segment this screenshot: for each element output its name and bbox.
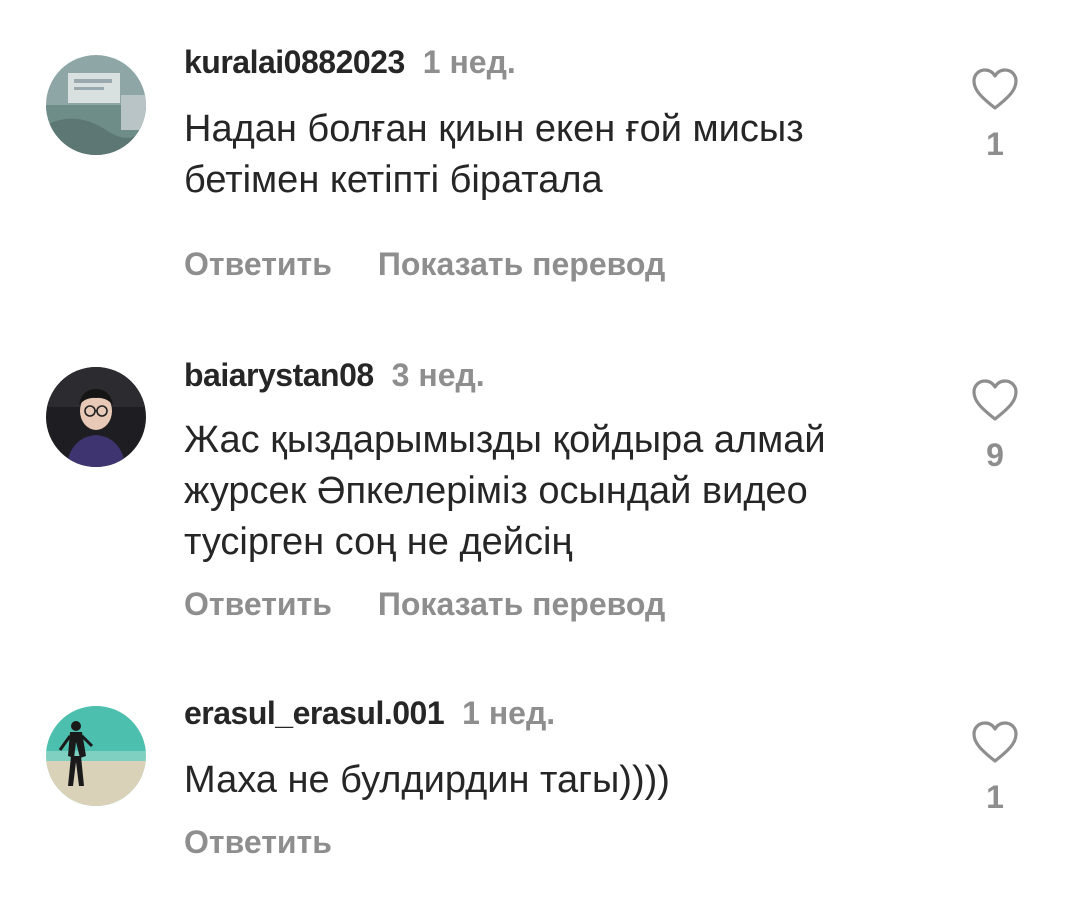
heart-outline-icon[interactable]	[971, 67, 1019, 111]
comment-text: Надан болған қиын екен ғой мисыз бетімен…	[184, 108, 804, 201]
timestamp: 1 нед.	[462, 695, 556, 731]
username[interactable]: baiarystan08	[184, 357, 374, 393]
timestamp: 1 нед.	[422, 44, 516, 80]
avatar[interactable]	[46, 55, 146, 155]
like-count: 1	[986, 126, 1004, 162]
comment-meta: kuralai0882023 1 нед.	[184, 42, 516, 82]
show-translation-button[interactable]: Показать перевод	[378, 246, 665, 282]
show-translation-button[interactable]: Показать перевод	[378, 586, 665, 622]
like-count: 9	[986, 437, 1004, 473]
reply-button[interactable]: Ответить	[184, 824, 332, 860]
reply-button[interactable]: Ответить	[184, 586, 332, 622]
comment-actions: Ответить Показать перевод	[184, 244, 665, 284]
heart-outline-icon[interactable]	[971, 720, 1019, 764]
like-control: 1	[970, 720, 1020, 816]
comment-text: Жас қыздарымызды қойдыра алмай журсек Әп…	[184, 419, 826, 563]
comment-actions: Ответить Показать перевод	[184, 584, 665, 624]
username[interactable]: erasul_erasul.001	[184, 695, 445, 731]
comment-actions: Ответить	[184, 822, 332, 862]
like-control: 1	[970, 67, 1020, 163]
avatar[interactable]	[46, 706, 146, 806]
like-control: 9	[970, 378, 1020, 474]
username[interactable]: kuralai0882023	[184, 44, 405, 80]
avatar-image	[46, 706, 146, 806]
comment-meta: erasul_erasul.001 1 нед.	[184, 693, 555, 733]
reply-button[interactable]: Ответить	[184, 246, 332, 282]
comment-text: Маха не булдирдин тагы))))	[184, 759, 670, 801]
avatar-image	[46, 367, 146, 467]
heart-outline-icon[interactable]	[971, 378, 1019, 422]
avatar[interactable]	[46, 367, 146, 467]
timestamp: 3 нед.	[391, 357, 485, 393]
like-count: 1	[986, 779, 1004, 815]
comment-meta: baiarystan08 3 нед.	[184, 355, 485, 395]
avatar-image	[46, 55, 146, 155]
